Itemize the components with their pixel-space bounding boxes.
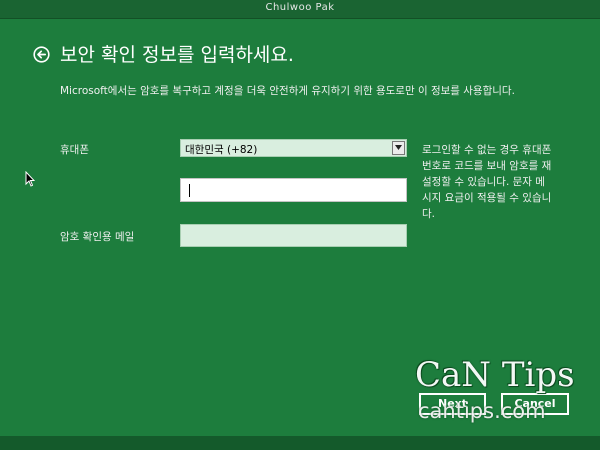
- page-description: Microsoft에서는 암호를 복구하고 계정을 더욱 안전하게 유지하기 위…: [60, 85, 515, 97]
- phone-label: 휴대폰: [60, 144, 89, 156]
- mouse-pointer-icon: [25, 171, 35, 187]
- dropdown-button[interactable]: [392, 141, 405, 155]
- recovery-email-label: 암호 확인용 메일: [60, 231, 135, 243]
- chevron-down-icon: [395, 145, 402, 150]
- phone-number-input[interactable]: [180, 178, 407, 202]
- watermark-brand: CaN Tips: [415, 355, 575, 395]
- back-button[interactable]: [33, 46, 50, 63]
- page-title: 보안 확인 정보를 입력하세요.: [60, 44, 294, 66]
- watermark-url: cantips.com: [418, 399, 546, 423]
- title-bar: Chulwoo Pak: [0, 0, 600, 19]
- country-code-dropdown[interactable]: 대한민국 (+82): [180, 139, 407, 157]
- window-title: Chulwoo Pak: [265, 2, 335, 13]
- back-arrow-icon: [33, 46, 50, 63]
- recovery-email-input[interactable]: [180, 224, 407, 247]
- phone-hint-text: 로그인할 수 없는 경우 휴대폰 번호로 코드를 보내 암호를 재설정할 수 있…: [422, 144, 552, 220]
- country-code-value: 대한민국 (+82): [185, 144, 258, 156]
- bottom-bar: [0, 436, 600, 450]
- text-caret: [189, 184, 190, 197]
